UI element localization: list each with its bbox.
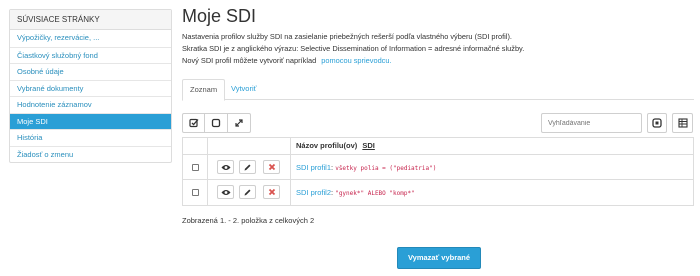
sidebar-item-record-ratings[interactable]: Hodnotenie záznamov [10,96,171,113]
select-all-button[interactable] [182,113,205,133]
page-title: Moje SDI [182,6,257,26]
search-input[interactable] [541,113,642,133]
table-row: SDI profil2: "gynek*" ALEBO "komp*" [183,180,693,205]
profiles-table: Názov profilu(ov) SDI SDI profil1: všetk… [182,137,694,206]
close-icon [268,163,275,171]
delete-button[interactable] [263,185,280,199]
expand-icon [235,119,243,127]
sidebar-item-personal-data[interactable]: Osobné údaje [10,63,171,80]
sidebar-heading: SÚVISIACE STRÁNKY [10,10,171,30]
pagination-summary: Zobrazená 1. - 2. položka z celkových 2 [182,216,315,225]
view-button[interactable] [217,160,234,174]
description-line-3-text: Nový SDI profil môžete vytvoriť napríkla… [182,56,317,65]
profile-query: všetky polia = ("pediatria") [335,165,437,172]
pencil-icon [244,164,251,170]
circle-dot-icon [652,118,662,128]
profile-link[interactable]: SDI profil2 [296,188,331,197]
profile-name-cell: SDI profil1: všetky polia = ("pediatria"… [296,163,437,172]
sidebar-item-history[interactable]: História [10,129,171,146]
pencil-icon [244,189,251,195]
sidebar-item-my-sdi[interactable]: Moje SDI [10,112,171,129]
column-header-name[interactable]: Názov profilu(ov) SDI [296,141,375,150]
wizard-link[interactable]: pomocou sprievodcu. [321,56,391,65]
tab-list[interactable]: Zoznam [182,79,226,101]
check-square-icon [188,118,198,128]
edit-button[interactable] [239,160,256,174]
table-view-icon [677,118,688,128]
deselect-all-button[interactable] [204,113,228,133]
profile-link[interactable]: SDI profil1 [296,163,331,172]
sidebar-item-selected-documents[interactable]: Vybrané dokumenty [10,79,171,97]
search-options-button[interactable] [647,113,667,133]
profile-name-cell: SDI profil2: "gynek*" ALEBO "komp*" [296,188,415,197]
expand-button[interactable] [227,113,251,133]
close-icon [268,188,275,196]
profile-query: "gynek*" ALEBO "komp*" [335,190,415,197]
sidebar-item-loans[interactable]: Výpožičky, rezervácie, ... [10,30,171,47]
view-toggle-button[interactable] [672,113,693,133]
edit-button[interactable] [239,185,256,199]
row-checkbox[interactable] [192,189,199,196]
eye-icon [221,189,230,195]
sidebar-item-change-request[interactable]: Žiadosť o zmenu [10,145,171,163]
view-button[interactable] [217,185,234,199]
delete-selected-button[interactable]: Vymazať vybrané [397,247,481,269]
square-icon [211,118,221,128]
eye-icon [221,164,230,170]
sidebar-item-partial-fund[interactable]: Čiastkový služobný fond [10,46,171,64]
description-line-1: Nastavenia profilov služby SDI na zasiel… [182,32,512,41]
delete-button[interactable] [263,160,280,174]
description-line-3: Nový SDI profil môžete vytvoriť napríkla… [182,56,392,65]
description-line-2: Skratka SDI je z anglického výrazu: Sele… [182,44,525,53]
table-row: SDI profil1: všetky polia = ("pediatria"… [183,155,693,180]
related-pages-sidebar: SÚVISIACE STRÁNKY Výpožičky, rezervácie,… [9,9,172,163]
row-checkbox[interactable] [192,164,199,171]
tab-create[interactable]: Vytvoriť [224,79,263,100]
table-header: Názov profilu(ov) SDI [183,138,693,155]
column-header-sdi: SDI [362,141,375,150]
tab-bar: Zoznam Vytvoriť [182,79,694,101]
